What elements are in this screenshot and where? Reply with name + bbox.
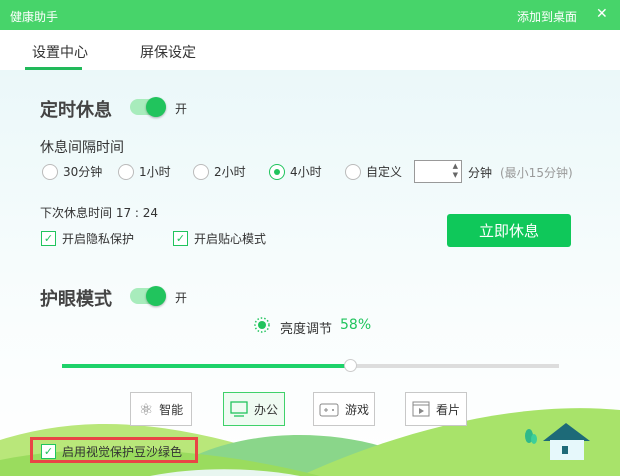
radio-circle[interactable] [42, 163, 58, 180]
checkbox-label: 启用视觉保护豆沙绿色 [62, 445, 183, 459]
radio-2h[interactable]: 2小时 [193, 163, 246, 180]
timed-rest-heading: 定时休息 [40, 100, 112, 121]
tab-settings-center[interactable]: 设置中心 [32, 42, 88, 62]
radio-custom[interactable]: 自定义 [345, 163, 402, 180]
film-icon [412, 401, 430, 417]
mode-label: 看片 [435, 402, 460, 417]
brightness-label: 亮度调节 [280, 322, 333, 337]
radio-circle[interactable] [193, 163, 209, 180]
eye-care-heading: 护眼模式 [40, 289, 112, 310]
tab-screensaver[interactable]: 屏保设定 [140, 42, 196, 62]
privacy-checkbox[interactable]: ✓ 开启隐私保护 [41, 230, 134, 247]
radio-label: 1小时 [139, 165, 171, 179]
gamepad-icon [319, 403, 339, 417]
radio-30min[interactable]: 30分钟 [42, 163, 102, 180]
timed-rest-toggle-label: 开 [175, 102, 188, 116]
radio-label: 自定义 [366, 165, 403, 179]
brightness-slider[interactable] [62, 359, 559, 372]
radio-circle[interactable] [269, 163, 285, 180]
radio-circle[interactable] [118, 163, 134, 180]
add-to-desktop-link[interactable]: 添加到桌面 [517, 8, 577, 25]
timed-rest-toggle[interactable] [130, 97, 166, 117]
close-icon[interactable]: ✕ [596, 6, 608, 22]
settings-panel: 定时休息 开 休息间隔时间 30分钟 1小时 2小时 4小时 自定义 ▲ ▼ 分钟… [0, 70, 620, 476]
mode-smart-button[interactable]: ⚛ 智能 [130, 392, 192, 426]
eye-care-toggle[interactable] [130, 286, 166, 306]
check-icon[interactable]: ✓ [41, 444, 56, 459]
radio-label: 2小时 [214, 165, 246, 179]
care-mode-checkbox[interactable]: ✓ 开启贴心模式 [173, 230, 266, 247]
monitor-icon [230, 401, 248, 417]
custom-unit: 分钟 [468, 166, 493, 180]
checkbox-label: 开启贴心模式 [194, 232, 267, 246]
mode-label: 智能 [159, 402, 184, 417]
mode-label: 游戏 [344, 402, 369, 417]
radio-circle[interactable] [345, 163, 361, 180]
radio-label: 4小时 [290, 165, 322, 179]
bean-green-checkbox[interactable]: ✓ 启用视觉保护豆沙绿色 [41, 443, 182, 460]
mode-movie-button[interactable]: 看片 [405, 392, 467, 426]
atom-icon: ⚛ [138, 399, 154, 419]
tab-bar: 设置中心 屏保设定 [0, 30, 620, 70]
checkbox-label: 开启隐私保护 [62, 232, 135, 246]
custom-hint: (最小15分钟) [500, 166, 573, 180]
mode-label: 办公 [253, 402, 278, 417]
check-icon[interactable]: ✓ [41, 231, 56, 246]
sun-icon [254, 317, 270, 333]
check-icon[interactable]: ✓ [173, 231, 188, 246]
eye-care-toggle-label: 开 [175, 291, 188, 305]
custom-minutes-spinner[interactable]: ▲ ▼ [414, 160, 462, 183]
spinner-arrows-icon[interactable]: ▲ ▼ [453, 162, 458, 180]
mode-office-button[interactable]: 办公 [223, 392, 285, 426]
radio-label: 30分钟 [63, 165, 103, 179]
title-bar: 健康助手 添加到桌面 ✕ [0, 0, 620, 30]
interval-label: 休息间隔时间 [40, 140, 124, 156]
app-title: 健康助手 [10, 10, 59, 24]
radio-1h[interactable]: 1小时 [118, 163, 171, 180]
mode-game-button[interactable]: 游戏 [313, 392, 375, 426]
next-rest-time: 下次休息时间 17 : 24 [40, 206, 159, 220]
radio-4h[interactable]: 4小时 [269, 163, 322, 180]
brightness-value: 58% [340, 317, 372, 333]
rest-now-button[interactable]: 立即休息 [447, 214, 571, 247]
